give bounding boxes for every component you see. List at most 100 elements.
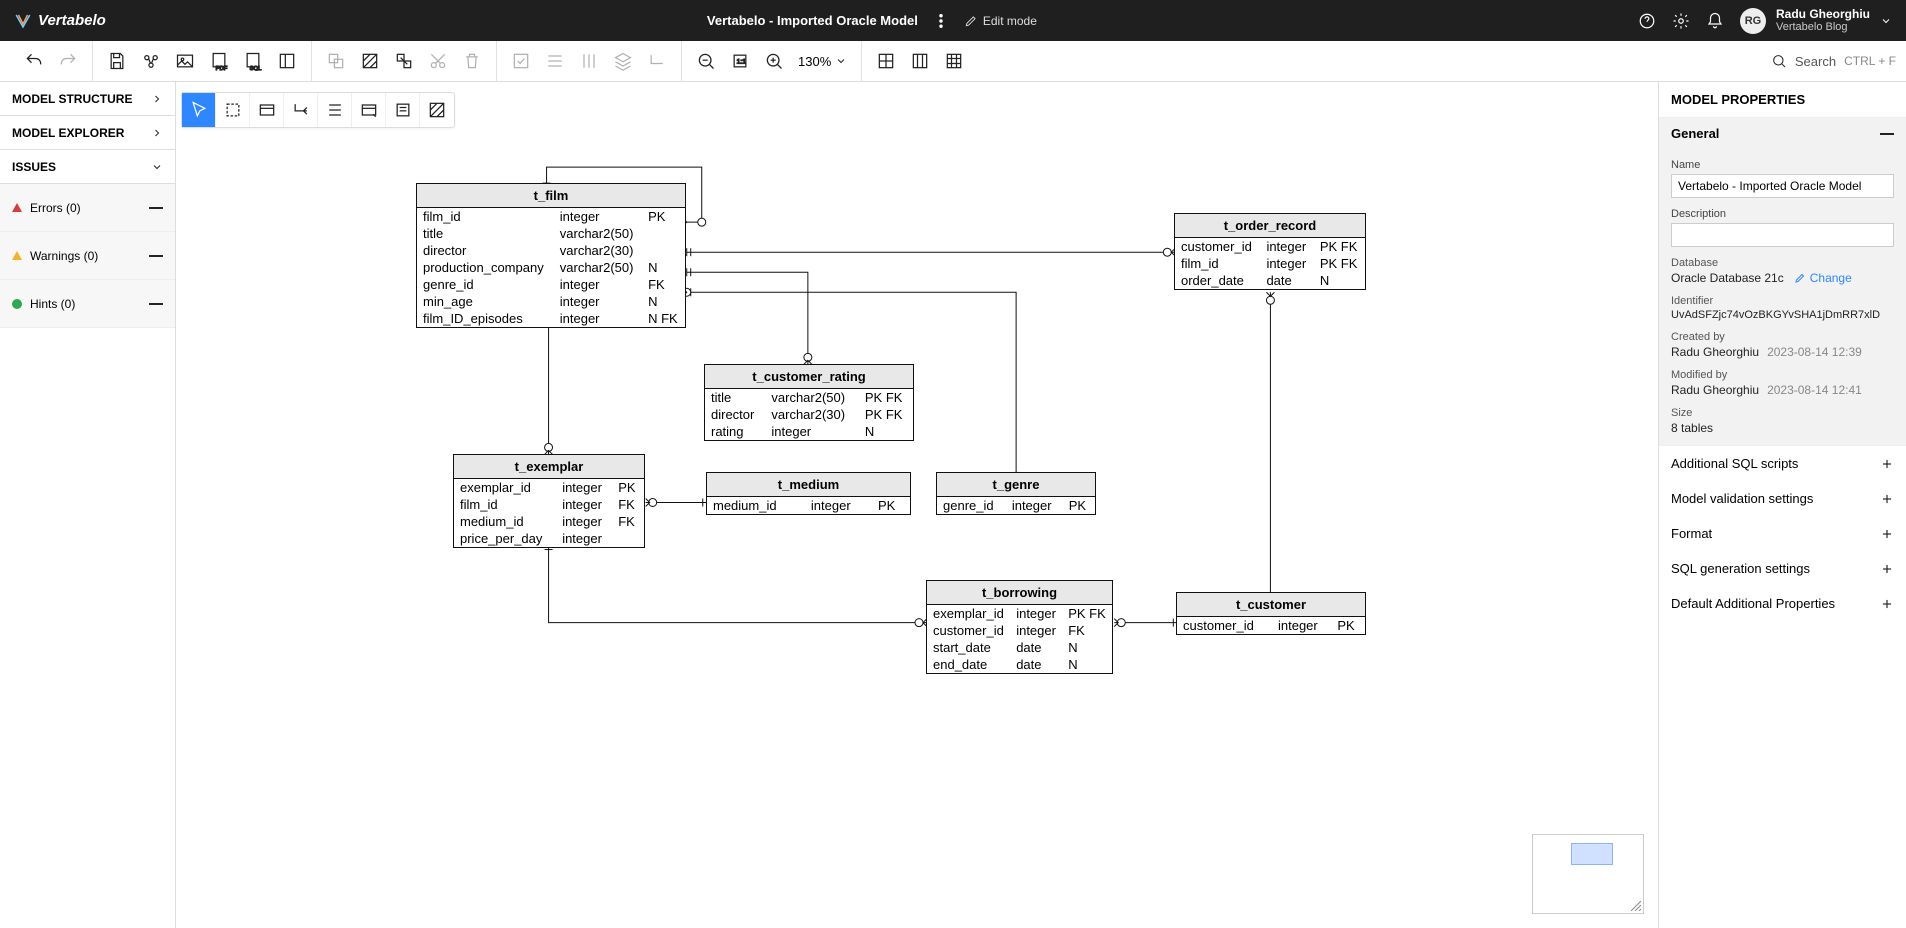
- gear-icon[interactable]: [1672, 12, 1690, 30]
- entity-t-genre[interactable]: t_genre genre_idintegerPK: [936, 472, 1096, 515]
- model-structure-section[interactable]: MODEL STRUCTURE: [0, 82, 175, 116]
- layers-icon[interactable]: [613, 51, 633, 71]
- align-h-icon[interactable]: [545, 51, 565, 71]
- hatch2-icon[interactable]: [394, 51, 414, 71]
- column-row: exemplar_idintegerPK FK: [927, 605, 1112, 622]
- created-label: Created by: [1671, 331, 1894, 343]
- grid3-icon[interactable]: [944, 51, 964, 71]
- save-icon[interactable]: [107, 51, 127, 71]
- marquee-tool[interactable]: [216, 93, 250, 127]
- select-tool[interactable]: [182, 93, 216, 127]
- entity-columns: titlevarchar2(50)PK FKdirectorvarchar2(3…: [705, 389, 913, 440]
- validation-section[interactable]: Model validation settings: [1659, 481, 1906, 516]
- rows-tool[interactable]: [318, 93, 352, 127]
- additional-sql-label: Additional SQL scripts: [1671, 456, 1798, 471]
- change-database-link[interactable]: Change: [1794, 271, 1852, 285]
- edit-mode-toggle[interactable]: Edit mode: [964, 14, 1037, 28]
- entity-t-customer-rating[interactable]: t_customer_rating titlevarchar2(50)PK FK…: [704, 364, 914, 441]
- warnings-row[interactable]: Warnings (0): [0, 232, 175, 280]
- chevron-right-icon: [151, 93, 163, 105]
- view-tool[interactable]: [352, 93, 386, 127]
- model-desc-input[interactable]: [1671, 223, 1894, 247]
- image-icon[interactable]: [175, 51, 195, 71]
- zoom-fit-button[interactable]: 1:1: [730, 51, 750, 71]
- entity-t-medium[interactable]: t_medium medium_idintegerPK: [706, 472, 911, 515]
- chevron-right-icon: [151, 127, 163, 139]
- document-title: Vertabelo - Imported Oracle Model: [707, 13, 918, 28]
- note-tool[interactable]: [386, 93, 420, 127]
- left-panel: MODEL STRUCTURE MODEL EXPLORER ISSUES Er…: [0, 82, 176, 928]
- entity-columns: customer_idintegerPK FKfilm_idintegerPK …: [1175, 238, 1365, 289]
- undo-button[interactable]: [24, 51, 44, 71]
- elbow-icon[interactable]: [647, 51, 667, 71]
- align-v-icon[interactable]: [579, 51, 599, 71]
- resize-handle-icon[interactable]: [1631, 901, 1641, 911]
- entity-t-exemplar[interactable]: t_exemplar exemplar_idintegerPKfilm_idin…: [453, 454, 645, 548]
- export-sql-button[interactable]: SQL: [243, 51, 263, 71]
- relation-tool[interactable]: [284, 93, 318, 127]
- entity-t-film[interactable]: t_film film_idintegerPKtitlevarchar2(50)…: [416, 183, 686, 328]
- zoom-out-button[interactable]: [696, 51, 716, 71]
- format-section[interactable]: Format: [1659, 516, 1906, 551]
- column-row: customer_idintegerFK: [927, 622, 1112, 639]
- additional-sql-section[interactable]: Additional SQL scripts: [1659, 446, 1906, 481]
- collapse-icon: [149, 207, 163, 209]
- grid1-icon[interactable]: [876, 51, 896, 71]
- column-row: medium_idintegerFK: [454, 513, 644, 530]
- panel-title: MODEL PROPERTIES: [1659, 82, 1906, 118]
- column-row: end_datedateN: [927, 656, 1112, 673]
- general-section-header[interactable]: General: [1659, 118, 1906, 149]
- addprops-section[interactable]: Default Additional Properties: [1659, 586, 1906, 621]
- hints-row[interactable]: Hints (0): [0, 280, 175, 328]
- user-menu[interactable]: RG Radu Gheorghiu Vertabelo Blog: [1740, 8, 1892, 34]
- panel-icon[interactable]: [277, 51, 297, 71]
- search-box[interactable]: Search CTRL + F: [1771, 53, 1896, 69]
- model-explorer-section[interactable]: MODEL EXPLORER: [0, 116, 175, 150]
- errors-label: Errors (0): [30, 201, 81, 215]
- entity-t-customer[interactable]: t_customer customer_idintegerPK: [1176, 592, 1366, 635]
- entity-header: t_genre: [937, 473, 1095, 497]
- size-value: 8 tables: [1671, 421, 1894, 435]
- column-row: film_ID_episodesintegerN FK: [417, 310, 685, 327]
- diagram-canvas[interactable]: t_film film_idintegerPKtitlevarchar2(50)…: [176, 82, 1658, 928]
- search-placeholder: Search: [1795, 54, 1836, 69]
- redo-button[interactable]: [58, 51, 78, 71]
- bell-icon[interactable]: [1706, 12, 1724, 30]
- minimap[interactable]: [1532, 834, 1644, 914]
- modified-at: 2023-08-14 12:41: [1767, 383, 1862, 397]
- sqlgen-section[interactable]: SQL generation settings: [1659, 551, 1906, 586]
- avatar: RG: [1740, 8, 1766, 34]
- copy-icon[interactable]: [326, 51, 346, 71]
- column-row: directorvarchar2(30)PK FK: [705, 406, 913, 423]
- entity-t-order-record[interactable]: t_order_record customer_idintegerPK FKfi…: [1174, 213, 1366, 290]
- entity-t-borrowing[interactable]: t_borrowing exemplar_idintegerPK FKcusto…: [926, 580, 1113, 674]
- check-icon[interactable]: [511, 51, 531, 71]
- plus-icon: [1880, 492, 1894, 506]
- cut-icon[interactable]: [428, 51, 448, 71]
- grid2-icon[interactable]: [910, 51, 930, 71]
- model-name-input[interactable]: [1671, 174, 1894, 198]
- kebab-icon[interactable]: [932, 12, 950, 30]
- share-icon[interactable]: [141, 51, 161, 71]
- desc-label: Description: [1671, 208, 1894, 220]
- errors-row[interactable]: Errors (0): [0, 184, 175, 232]
- hatch1-icon[interactable]: [360, 51, 380, 71]
- svg-text:1:1: 1:1: [737, 59, 747, 66]
- header-right: RG Radu Gheorghiu Vertabelo Blog: [1638, 8, 1892, 34]
- zoom-dropdown[interactable]: 130%: [798, 54, 847, 69]
- table-tool[interactable]: [250, 93, 284, 127]
- issues-section[interactable]: ISSUES: [0, 150, 175, 184]
- export-pdf-button[interactable]: PDF: [209, 51, 229, 71]
- brand-logo[interactable]: Vertabelo: [14, 12, 106, 30]
- trash-icon[interactable]: [462, 51, 482, 71]
- minimap-viewport[interactable]: [1571, 843, 1613, 865]
- column-row: min_ageintegerN: [417, 293, 685, 310]
- format-label: Format: [1671, 526, 1712, 541]
- zoom-value: 130%: [798, 54, 831, 69]
- plus-icon: [1880, 457, 1894, 471]
- entity-columns: exemplar_idintegerPK FKcustomer_idintege…: [927, 605, 1112, 673]
- relationship-wires: [176, 82, 1658, 928]
- area-tool[interactable]: [420, 93, 454, 127]
- zoom-in-button[interactable]: [764, 51, 784, 71]
- help-icon[interactable]: [1638, 12, 1656, 30]
